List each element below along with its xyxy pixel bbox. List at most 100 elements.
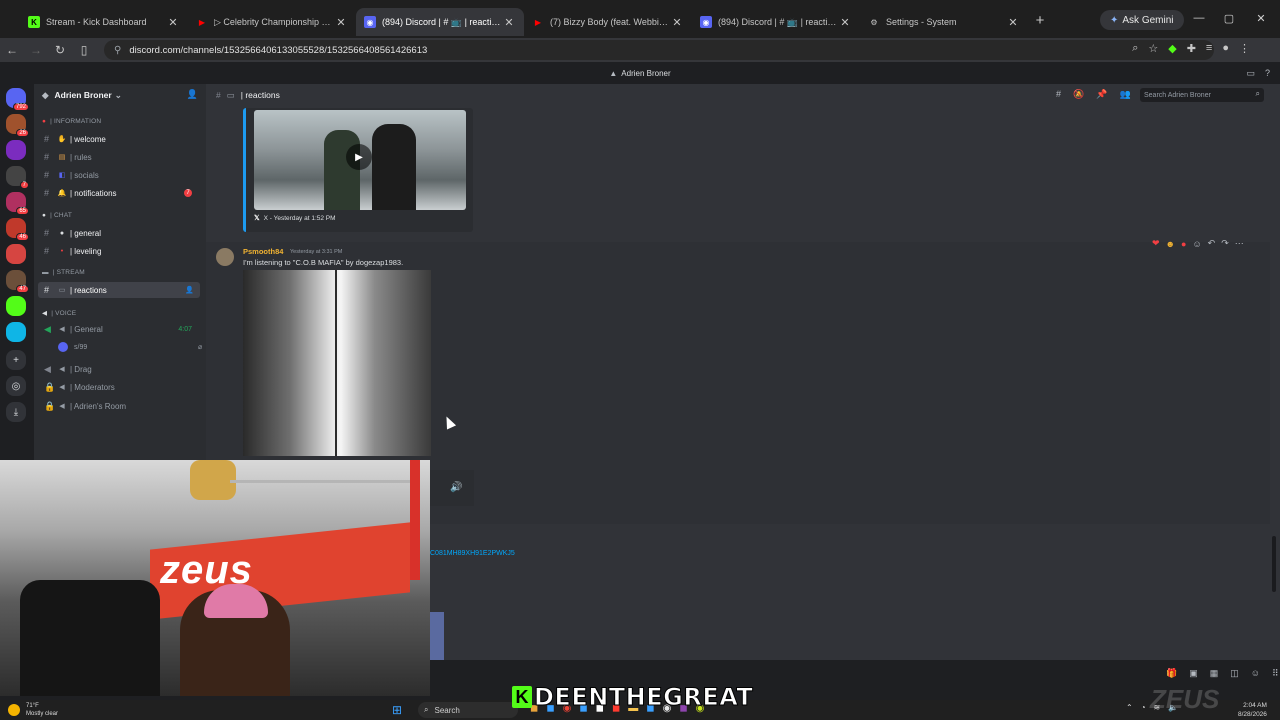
server-icon[interactable]: 792 [6,88,29,111]
maximize-button[interactable]: ▢ [1214,12,1244,25]
browser-tab[interactable]: ▶ ▷ Celebrity Championship Box ✕ [188,8,356,36]
browser-tab[interactable]: ⚙ Settings - System ✕ [860,8,1028,36]
category-chat[interactable]: ● | CHAT [42,212,72,219]
add-member-icon[interactable]: 👤 [185,286,194,294]
scrollbar[interactable] [1272,536,1276,592]
channel-reactions[interactable]: # ▭ | reactions 👤 [38,282,200,298]
members-icon[interactable]: 👥 [1119,89,1130,100]
voice-channel-general[interactable]: ◀ ◀ | General 4:07 [38,321,200,337]
taskbar-search[interactable]: ⌕ Search [418,702,518,718]
sidebar-toggle-icon[interactable]: ▯ [72,43,96,57]
twitter-embed[interactable]: ▶ 𝕏 X - Yesterday at 1:52 PM [243,108,473,232]
laugh-reaction-icon[interactable]: ☻ [1166,239,1175,249]
new-tab-button[interactable]: + [1028,12,1052,29]
pin-icon[interactable]: 📌 [1096,89,1107,100]
reload-icon[interactable]: ↻ [48,43,72,57]
bookmark-star-icon[interactable]: ☆ [1148,42,1158,55]
gift-icon[interactable]: 🎁 [1166,668,1177,679]
gif-icon[interactable]: ▣ [1189,668,1198,679]
message-image-attachment[interactable] [243,270,431,456]
apps-grid-icon[interactable]: ⠿ [1272,668,1279,679]
browser-tab[interactable]: ◉ (894) Discord | # 📺 | reactions ✕ [692,8,860,36]
channel-leveling[interactable]: # • | leveling [38,243,200,259]
close-icon[interactable]: ✕ [838,16,852,29]
server-icon[interactable]: 47 [6,270,29,293]
app-icon[interactable]: ◫ [1230,668,1239,679]
play-icon[interactable]: ▶ [346,144,372,170]
profile-icon[interactable]: ● [1222,42,1229,55]
emoji-icon[interactable]: ☺ [1251,668,1260,679]
add-member-icon[interactable]: 👤 [187,89,198,100]
help-icon[interactable]: ? [1265,68,1270,79]
red-reaction-icon[interactable]: ● [1181,239,1186,249]
explore-icon[interactable]: ◎ [6,376,26,396]
message-link[interactable]: C081MH89XH91E2PWKJ5 [430,550,515,557]
message-author[interactable]: Psmooth84 [243,247,283,256]
server-icon[interactable] [6,140,26,160]
server-icon[interactable]: 7 [6,166,29,189]
download-icon[interactable]: ⤓ [6,402,26,422]
avatar[interactable] [216,248,234,266]
voice-user[interactable]: s/99 ⌀ [58,342,202,352]
forward-icon[interactable]: ↷ [1221,238,1229,249]
browser-tab[interactable]: K Stream - Kick Dashboard ✕ [20,8,188,36]
site-info-icon[interactable]: ⚲ [114,45,121,56]
address-bar[interactable]: ⚲ discord.com/channels/15325664061330555… [104,40,1214,60]
search-input[interactable]: Search Adrien Broner ⌕ [1140,88,1264,102]
channel-header: # ▭ | reactions # 🔕 📌 👥 Search Adrien Br… [206,84,1280,106]
embed-video-thumbnail[interactable]: ▶ [254,110,466,210]
add-server-icon[interactable]: + [6,350,26,370]
window-close-button[interactable]: ✕ [1246,12,1276,25]
chevron-up-icon[interactable]: ⌃ [1126,703,1133,712]
zoom-icon[interactable]: ⌕ [1132,42,1138,55]
back-arrow-icon[interactable]: ← [0,43,24,57]
ask-gemini-button[interactable]: ✦ Ask Gemini [1100,10,1184,30]
menu-icon[interactable]: ⋮ [1239,42,1250,55]
category-information[interactable]: ● | INFORMATION [42,118,101,125]
channel-welcome[interactable]: # ✋ | welcome [38,131,200,147]
browser-tab[interactable]: ▶ (7) Bizzy Body (feat. Webbie & ✕ [524,8,692,36]
category-voice[interactable]: ◀ | VOICE [42,309,76,318]
channel-notifications[interactable]: # 🔔 | notifications 7 [38,185,200,201]
weather-widget[interactable]: 71°F Mostly clear [8,702,58,718]
network-icon[interactable]: ◔ [1141,703,1146,712]
forward-arrow-icon[interactable]: → [24,43,48,57]
voice-channel-moderators[interactable]: 🔒 ◀ | Moderators [38,379,200,395]
add-reaction-icon[interactable]: ☺ [1192,239,1201,249]
minimize-button[interactable]: — [1184,12,1214,24]
channel-general[interactable]: # ● | general [38,225,200,241]
inbox-icon[interactable]: ▭ [1246,68,1255,79]
close-icon[interactable]: ✕ [1006,16,1020,29]
server-header[interactable]: ◆ Adrien Broner ⌄ 👤 [34,84,206,106]
server-icon[interactable] [6,296,26,316]
voice-channel-drag[interactable]: ◀ ◀ | Drag [38,361,200,377]
channel-rules[interactable]: # ▤ | rules [38,149,200,165]
taskbar-clock[interactable]: 2:04 AM 8/28/2026 [1238,701,1267,719]
server-icon[interactable]: 65 [6,192,29,215]
browser-tab-active[interactable]: ◉ (894) Discord | # 📺 | reactions ✕ [356,8,524,36]
more-icon[interactable]: ⋯ [1235,238,1244,249]
bell-mute-icon[interactable]: 🔕 [1073,89,1084,100]
puzzle-icon[interactable]: ✚ [1187,42,1196,55]
heart-reaction-icon[interactable]: ❤ [1152,238,1160,249]
close-icon[interactable]: ✕ [166,16,180,29]
reply-icon[interactable]: ↶ [1208,238,1216,249]
close-icon[interactable]: ✕ [670,16,684,29]
volume-icon[interactable]: 🔊 [450,482,462,493]
voice-channel-adriens-room[interactable]: 🔒 ◀ | Adrien's Room [38,398,200,414]
channel-socials[interactable]: # ◧ | socials [38,167,200,183]
media-icon[interactable]: ≡ [1206,42,1212,55]
server-icon[interactable] [6,244,26,264]
category-stream[interactable]: ▬ | STREAM [42,269,85,276]
server-icon[interactable]: 26 [6,114,29,137]
close-icon[interactable]: ✕ [502,16,516,29]
close-icon[interactable]: ✕ [334,16,348,29]
server-icon[interactable] [6,322,26,342]
extension-icon[interactable]: ◆ [1168,42,1176,55]
sticker-icon[interactable]: ▦ [1210,668,1219,679]
tv-icon: ▭ [58,287,66,294]
windows-start-icon[interactable]: ⊞ [392,704,406,716]
server-icon[interactable]: 46 [6,218,29,241]
speaker-icon: ◀ [44,323,51,334]
threads-icon[interactable]: # [1056,89,1061,100]
